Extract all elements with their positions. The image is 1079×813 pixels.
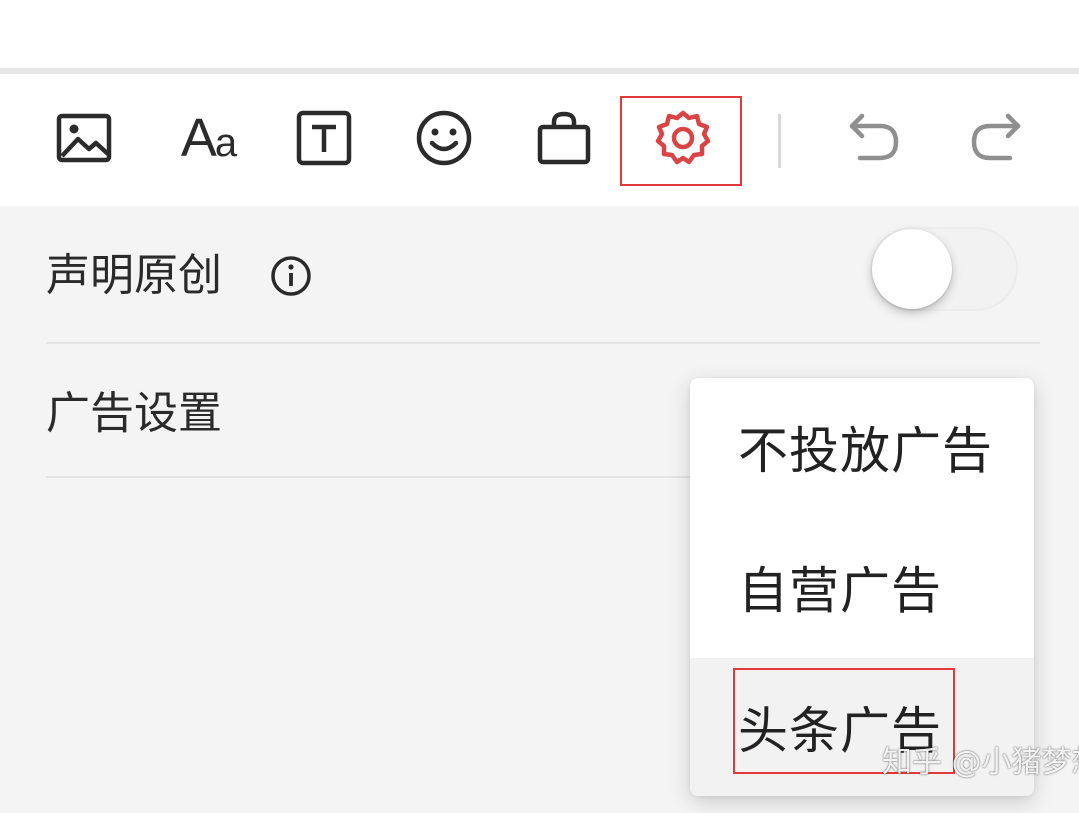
emoji-icon xyxy=(415,109,473,167)
original-declaration-label: 声明原创 xyxy=(46,250,222,301)
info-circle-icon[interactable] xyxy=(270,255,312,297)
text-box-icon xyxy=(296,110,352,166)
redo-icon xyxy=(968,112,1024,164)
undo-button[interactable] xyxy=(838,102,910,174)
row-divider xyxy=(46,476,696,478)
watermark: 知乎 @小猪梦想 xyxy=(882,745,1079,780)
ad-settings-label: 广告设置 xyxy=(46,388,222,439)
toolbar-separator xyxy=(778,114,781,168)
redo-button[interactable] xyxy=(960,102,1032,174)
original-declaration-toggle[interactable] xyxy=(870,227,1018,311)
ad-settings-dropdown: 不投放广告 自营广告 头条广告 xyxy=(690,378,1034,796)
font-size-button[interactable]: Aa xyxy=(168,102,248,174)
toggle-knob xyxy=(872,229,952,309)
ad-option-self-operated[interactable]: 自营广告 xyxy=(690,518,1034,658)
image-icon xyxy=(56,113,112,163)
row-divider xyxy=(46,342,1040,344)
ad-option-label: 不投放广告 xyxy=(738,422,993,480)
font-size-icon: Aa xyxy=(180,108,237,168)
ad-option-none[interactable]: 不投放广告 xyxy=(690,378,1034,518)
text-box-button[interactable] xyxy=(288,102,360,174)
insert-image-button[interactable] xyxy=(48,102,120,174)
settings-button[interactable] xyxy=(647,102,719,174)
shopping-bag-icon xyxy=(536,110,592,166)
top-blank-area xyxy=(0,0,1079,68)
shopping-bag-button[interactable] xyxy=(528,102,600,174)
emoji-button[interactable] xyxy=(408,102,480,174)
settings-gear-icon xyxy=(654,109,712,167)
undo-icon xyxy=(846,112,902,164)
editor-toolbar: Aa xyxy=(0,74,1079,206)
ad-option-label: 自营广告 xyxy=(738,562,942,620)
